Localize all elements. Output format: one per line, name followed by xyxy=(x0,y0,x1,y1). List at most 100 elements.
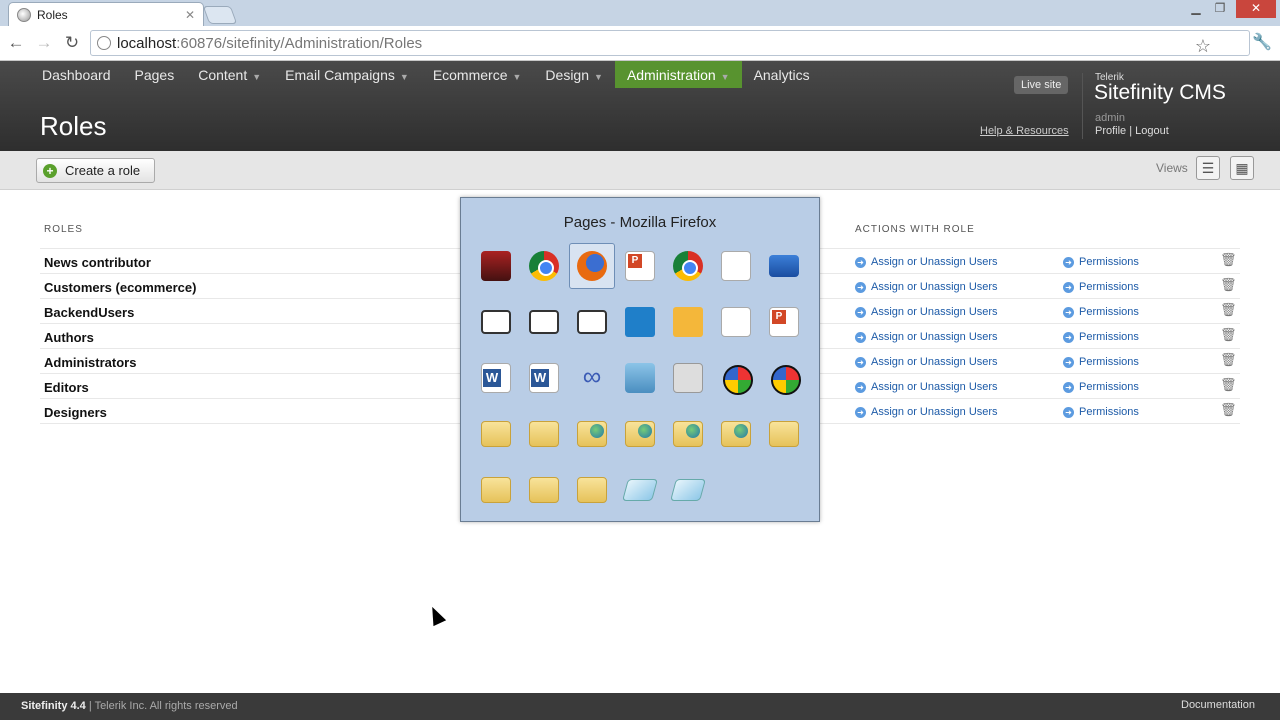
switcher-tile[interactable] xyxy=(761,355,807,401)
permissions-link[interactable]: ➜ Permissions xyxy=(1063,281,1139,293)
trash-icon[interactable]: 🗑 xyxy=(1220,327,1237,343)
switcher-tile[interactable] xyxy=(521,299,567,345)
new-tab-button[interactable] xyxy=(202,6,238,24)
switcher-tile[interactable] xyxy=(569,243,615,289)
nav-item-email-campaigns[interactable]: Email Campaigns ▼ xyxy=(273,61,421,88)
assign-users-label: Assign or Unassign Users xyxy=(871,406,998,418)
permissions-link[interactable]: ➜ Permissions xyxy=(1063,356,1139,368)
list-view-icon[interactable]: ☰ xyxy=(1196,156,1220,180)
profile-logout-links[interactable]: Profile | Logout xyxy=(1095,125,1169,137)
notepad-icon xyxy=(622,479,658,501)
permissions-link[interactable]: ➜ Permissions xyxy=(1063,331,1139,343)
restore-window-icon[interactable]: ❐ xyxy=(1210,0,1230,18)
switcher-tile[interactable] xyxy=(521,411,567,457)
nav-item-ecommerce[interactable]: Ecommerce ▼ xyxy=(421,61,534,88)
assign-users-label: Assign or Unassign Users xyxy=(871,281,998,293)
switcher-tile[interactable] xyxy=(569,411,615,457)
switcher-tile[interactable] xyxy=(521,467,567,513)
switcher-tile[interactable] xyxy=(617,355,663,401)
assign-users-link[interactable]: ➜ Assign or Unassign Users xyxy=(855,306,998,318)
assign-users-link[interactable]: ➜ Assign or Unassign Users xyxy=(855,256,998,268)
forward-icon[interactable]: → xyxy=(32,32,56,54)
close-tab-icon[interactable]: ✕ xyxy=(185,8,195,22)
live-site-button[interactable]: Live site xyxy=(1014,76,1069,94)
switcher-tile[interactable] xyxy=(473,355,519,401)
trash-icon[interactable]: 🗑 xyxy=(1220,302,1237,318)
nav-item-administration[interactable]: Administration ▼ xyxy=(614,61,742,88)
switcher-tile[interactable] xyxy=(473,467,519,513)
minimize-window-icon[interactable]: ▁ xyxy=(1186,0,1206,18)
create-role-button[interactable]: + Create a role xyxy=(36,158,156,183)
switcher-tile[interactable] xyxy=(617,411,663,457)
trash-icon[interactable]: 🗑 xyxy=(1220,402,1237,418)
switcher-tile[interactable] xyxy=(473,299,519,345)
trash-icon[interactable]: 🗑 xyxy=(1220,352,1237,368)
trash-icon[interactable]: 🗑 xyxy=(1220,377,1237,393)
switcher-tile[interactable] xyxy=(665,411,711,457)
switcher-tile[interactable] xyxy=(713,355,759,401)
permissions-link[interactable]: ➜ Permissions xyxy=(1063,306,1139,318)
switcher-tile[interactable] xyxy=(569,299,615,345)
close-window-icon[interactable]: ✕ xyxy=(1236,0,1276,18)
grid-view-icon[interactable]: ▦ xyxy=(1230,156,1254,180)
trash-icon[interactable]: 🗑 xyxy=(1220,277,1237,293)
browser-tab[interactable]: Roles ✕ xyxy=(8,2,204,26)
trash-icon[interactable]: 🗑 xyxy=(1220,252,1237,268)
arrow-right-icon: ➜ xyxy=(855,257,866,268)
role-name[interactable]: Editors xyxy=(44,380,89,395)
switcher-tile[interactable] xyxy=(713,299,759,345)
switcher-tile[interactable] xyxy=(761,411,807,457)
nav-item-content[interactable]: Content ▼ xyxy=(186,61,273,88)
role-name[interactable]: Customers (ecommerce) xyxy=(44,280,196,295)
permissions-link[interactable]: ➜ Permissions xyxy=(1063,406,1139,418)
infinity-icon xyxy=(577,361,607,393)
role-name[interactable]: Administrators xyxy=(44,355,136,370)
chat-bubble-icon xyxy=(577,310,607,334)
bookmark-star-icon[interactable]: ☆ xyxy=(1195,36,1211,57)
role-name[interactable]: News contributor xyxy=(44,255,151,270)
assign-users-link[interactable]: ➜ Assign or Unassign Users xyxy=(855,406,998,418)
assign-users-link[interactable]: ➜ Assign or Unassign Users xyxy=(855,381,998,393)
role-name[interactable]: BackendUsers xyxy=(44,305,134,320)
switcher-tile[interactable] xyxy=(665,299,711,345)
help-resources-link[interactable]: Help & Resources xyxy=(980,125,1069,137)
caret-down-icon: ▼ xyxy=(252,72,262,82)
assign-users-link[interactable]: ➜ Assign or Unassign Users xyxy=(855,281,998,293)
switcher-tile[interactable] xyxy=(617,467,663,513)
switcher-tile[interactable] xyxy=(713,243,759,289)
assign-users-label: Assign or Unassign Users xyxy=(871,356,998,368)
back-icon[interactable]: ← xyxy=(4,32,28,54)
nav-item-pages[interactable]: Pages xyxy=(123,61,187,88)
documentation-link[interactable]: Documentation xyxy=(1181,699,1255,711)
switcher-tile[interactable] xyxy=(713,411,759,457)
switcher-tile[interactable] xyxy=(665,243,711,289)
nav-item-dashboard[interactable]: Dashboard xyxy=(30,61,123,88)
switcher-tile[interactable] xyxy=(521,243,567,289)
arrow-right-icon: ➜ xyxy=(1063,282,1074,293)
role-name[interactable]: Designers xyxy=(44,405,107,420)
switcher-tile[interactable] xyxy=(521,355,567,401)
nav-item-analytics[interactable]: Analytics xyxy=(742,61,822,88)
role-name[interactable]: Authors xyxy=(44,330,94,345)
nav-item-label: Administration xyxy=(626,67,716,83)
folder-icon xyxy=(481,421,511,447)
switcher-tile[interactable] xyxy=(473,243,519,289)
switcher-tile[interactable] xyxy=(665,467,711,513)
permissions-link[interactable]: ➜ Permissions xyxy=(1063,381,1139,393)
switcher-tile[interactable] xyxy=(617,243,663,289)
permissions-link[interactable]: ➜ Permissions xyxy=(1063,256,1139,268)
switcher-tile[interactable] xyxy=(473,411,519,457)
switcher-tile[interactable] xyxy=(617,299,663,345)
reload-icon[interactable]: ↻ xyxy=(60,32,84,54)
wrench-menu-icon[interactable]: 🔧 xyxy=(1252,32,1272,52)
switcher-tile[interactable] xyxy=(761,243,807,289)
switcher-tile[interactable] xyxy=(665,355,711,401)
nav-item-design[interactable]: Design ▼ xyxy=(533,61,615,88)
assign-users-link[interactable]: ➜ Assign or Unassign Users xyxy=(855,331,998,343)
assign-users-link[interactable]: ➜ Assign or Unassign Users xyxy=(855,356,998,368)
caret-down-icon: ▼ xyxy=(399,72,409,82)
address-bar[interactable]: localhost:60876/sitefinity/Administratio… xyxy=(90,30,1250,56)
switcher-tile[interactable] xyxy=(569,467,615,513)
switcher-tile[interactable] xyxy=(569,355,615,401)
switcher-tile[interactable] xyxy=(761,299,807,345)
